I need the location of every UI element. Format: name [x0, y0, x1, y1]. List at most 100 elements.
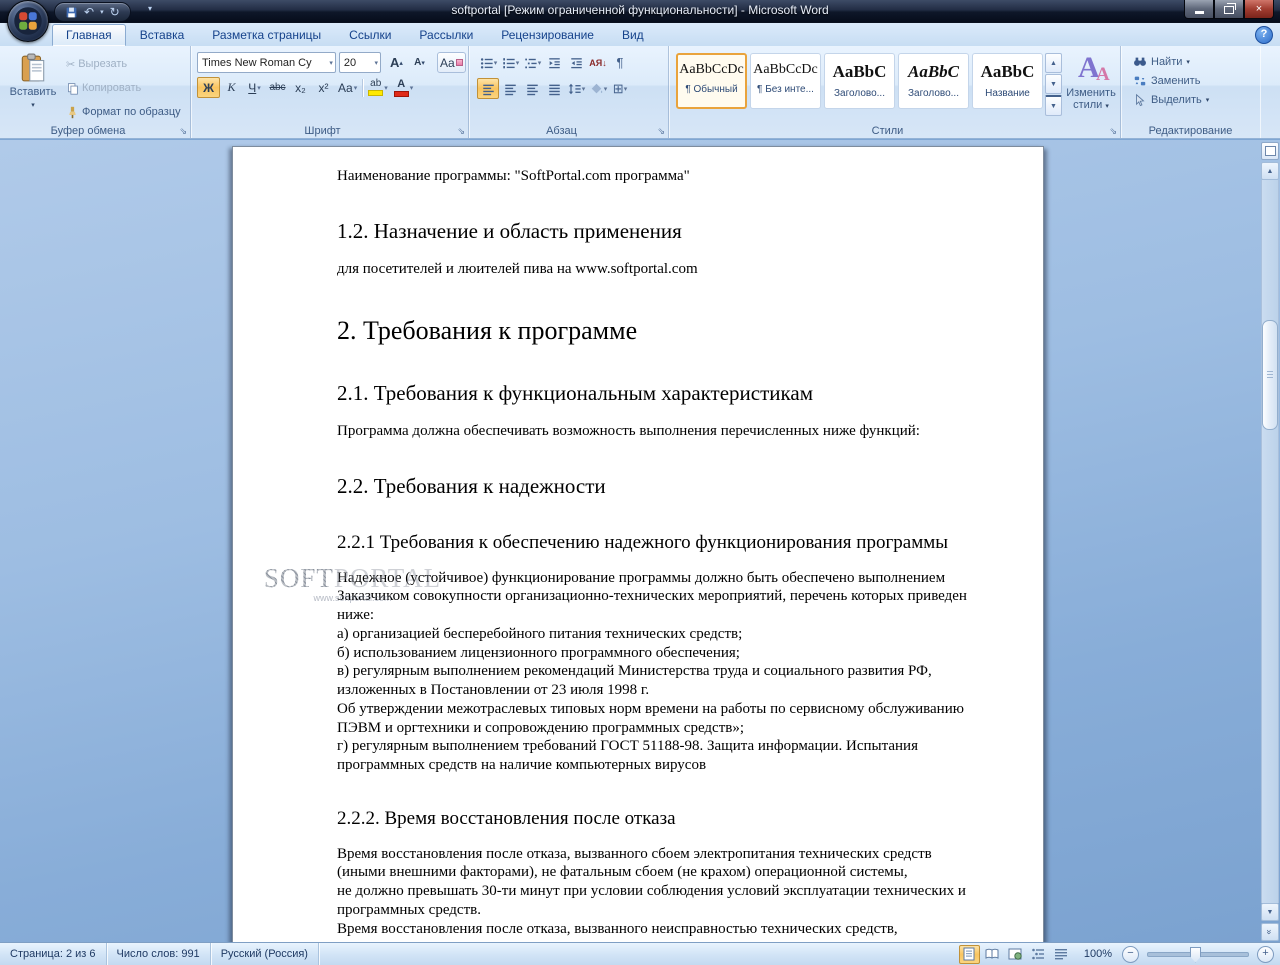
numbering-button[interactable]: ▾	[499, 52, 521, 73]
format-painter-button[interactable]: Формат по образцу	[62, 102, 185, 122]
clipboard-dialog-launcher-icon[interactable]: ⇘	[179, 126, 187, 137]
styles-scroll-down[interactable]: ▼	[1045, 74, 1062, 94]
doc-block-body[interactable]: Наименование программы: "SoftPortal.com …	[337, 167, 983, 186]
doc-block-h3[interactable]: 2.2.1 Требования к обеспечению надежного…	[337, 529, 983, 557]
doc-block-body[interactable]: Время восстановления после отказа, вызва…	[337, 845, 983, 939]
zoom-slider-track[interactable]	[1147, 946, 1249, 963]
view-web-layout-button[interactable]	[1005, 945, 1026, 964]
align-right-button[interactable]	[521, 78, 543, 99]
save-icon[interactable]	[65, 6, 78, 19]
zoom-in-button[interactable]: +	[1257, 945, 1274, 963]
document-page[interactable]: Наименование программы: "SoftPortal.com …	[232, 146, 1044, 943]
help-button[interactable]: ?	[1255, 26, 1273, 44]
zoom-out-button[interactable]: −	[1122, 945, 1139, 963]
justify-button[interactable]	[543, 78, 565, 99]
status-language[interactable]: Русский (Россия)	[211, 943, 319, 965]
doc-block-h2[interactable]: 2.1. Требования к функциональным характе…	[337, 380, 983, 406]
superscript-button[interactable]: x²	[312, 77, 335, 98]
tab-insert[interactable]: Вставка	[126, 24, 199, 46]
undo-icon[interactable]: ↶	[84, 6, 94, 18]
scrollbar-track[interactable]	[1261, 180, 1279, 903]
change-case-button[interactable]: Aa ▾	[335, 77, 360, 98]
font-size-dropdown-icon[interactable]: ▾	[371, 59, 378, 67]
tab-view[interactable]: Вид	[608, 24, 658, 46]
increase-indent-button[interactable]	[565, 52, 587, 73]
align-center-button[interactable]	[499, 78, 521, 99]
scrollbar-thumb[interactable]	[1262, 320, 1278, 430]
doc-block-h1[interactable]: 2. Требования к программе	[337, 315, 983, 346]
tab-mailings[interactable]: Рассылки	[405, 24, 487, 46]
tab-review[interactable]: Рецензирование	[487, 24, 608, 46]
underline-dropdown-icon[interactable]: ▾	[257, 84, 261, 92]
italic-button[interactable]: К	[220, 77, 243, 98]
style-normal[interactable]: AaBbCcDc ¶ Обычный	[676, 53, 747, 109]
office-button[interactable]	[7, 0, 49, 42]
view-print-layout-button[interactable]	[958, 944, 980, 964]
doc-block-h2[interactable]: 1.2. Назначение и область применения	[337, 218, 983, 244]
show-marks-button[interactable]: ¶	[609, 52, 631, 73]
styles-scroll-up[interactable]: ▲	[1045, 53, 1062, 73]
shrink-font-button[interactable]: A ▾	[408, 52, 431, 73]
ruler-toggle-button[interactable]	[1261, 142, 1279, 160]
zoom-slider-thumb[interactable]	[1190, 946, 1201, 963]
find-button[interactable]: Найти ▾	[1133, 55, 1258, 69]
align-left-button[interactable]	[477, 78, 499, 99]
shading-button[interactable]: ▾	[587, 78, 609, 99]
restore-button[interactable]	[1214, 0, 1244, 19]
status-page-number[interactable]: Страница: 2 из 6	[0, 943, 107, 965]
next-page-button[interactable]: »	[1261, 923, 1279, 941]
paste-button[interactable]: Вставить ▾	[4, 52, 62, 128]
ribbon-tab-row: Главная Вставка Разметка страницы Ссылки…	[0, 22, 1280, 47]
style-no-spacing[interactable]: AaBbCcDc ¶ Без инте...	[750, 53, 821, 109]
multilevel-list-button[interactable]: ▾	[521, 52, 543, 73]
view-outline-button[interactable]	[1028, 945, 1049, 964]
font-size-combo[interactable]: 20 ▾	[338, 52, 381, 73]
doc-block-h3[interactable]: 2.2.2. Время восстановления после отказа	[337, 805, 983, 833]
line-spacing-button[interactable]: ▾	[565, 78, 587, 99]
font-dialog-launcher-icon[interactable]: ⇘	[457, 126, 465, 137]
bullets-button[interactable]: ▾	[477, 52, 499, 73]
style-title[interactable]: AaBbC Название	[972, 53, 1043, 109]
redo-icon[interactable]: ↻	[110, 6, 120, 18]
highlight-button[interactable]: ab ▾	[365, 77, 391, 98]
grow-font-button[interactable]: A ▴	[385, 52, 408, 73]
style-heading2[interactable]: AaBbC Заголово...	[898, 53, 969, 109]
change-styles-button[interactable]: AA Изменить стили ▾	[1064, 49, 1118, 116]
view-fullscreen-reading-button[interactable]	[982, 945, 1003, 964]
font-name-combo[interactable]: Times New Roman Cy ▾	[197, 52, 336, 73]
borders-button[interactable]: ⊞ ▾	[609, 78, 631, 99]
undo-dropdown-icon[interactable]: ▾	[100, 9, 104, 16]
styles-dialog-launcher-icon[interactable]: ⇘	[1109, 126, 1117, 137]
scroll-up-button[interactable]: ▲	[1261, 162, 1279, 180]
doc-block-body[interactable]: для посетителей и люителей пива на www.s…	[337, 260, 983, 279]
status-word-count[interactable]: Число слов: 991	[107, 943, 211, 965]
sort-button[interactable]: АЯ↓	[587, 52, 609, 73]
font-name-dropdown-icon[interactable]: ▾	[326, 59, 333, 67]
styles-group-label: Стили	[871, 125, 904, 137]
tab-home[interactable]: Главная	[52, 24, 126, 46]
view-draft-button[interactable]	[1051, 945, 1072, 964]
style-heading1[interactable]: AaBbC Заголово...	[824, 53, 895, 109]
doc-block-body[interactable]: Надежное (устойчивое) функционирование п…	[337, 569, 983, 775]
bold-button[interactable]: Ж	[197, 77, 220, 98]
replace-button[interactable]: Заменить	[1133, 74, 1258, 88]
clear-formatting-button[interactable]: Aa	[436, 52, 466, 73]
decrease-indent-button[interactable]	[543, 52, 565, 73]
qat-customize-icon[interactable]: ▾	[148, 4, 152, 13]
doc-block-h2[interactable]: 2.2. Требования к надежности	[337, 473, 983, 499]
scroll-down-button[interactable]: ▼	[1261, 903, 1279, 921]
paragraph-dialog-launcher-icon[interactable]: ⇘	[657, 126, 665, 137]
styles-gallery-more[interactable]: ▼	[1045, 95, 1062, 116]
close-button[interactable]: ×	[1244, 0, 1274, 19]
strikethrough-button[interactable]: abc	[266, 77, 289, 98]
doc-block-body[interactable]: Программа должна обеспечивать возможност…	[337, 422, 983, 441]
subscript-button[interactable]: x₂	[289, 77, 312, 98]
underline-button[interactable]: Ч ▾	[243, 77, 266, 98]
font-color-button[interactable]: A ▾	[391, 77, 417, 98]
zoom-level[interactable]: 100%	[1084, 948, 1112, 960]
tab-page-layout[interactable]: Разметка страницы	[198, 24, 335, 46]
paste-dropdown-icon[interactable]: ▾	[31, 102, 35, 109]
select-button[interactable]: Выделить ▾	[1133, 93, 1258, 107]
tab-references[interactable]: Ссылки	[335, 24, 405, 46]
minimize-button[interactable]	[1184, 0, 1214, 19]
